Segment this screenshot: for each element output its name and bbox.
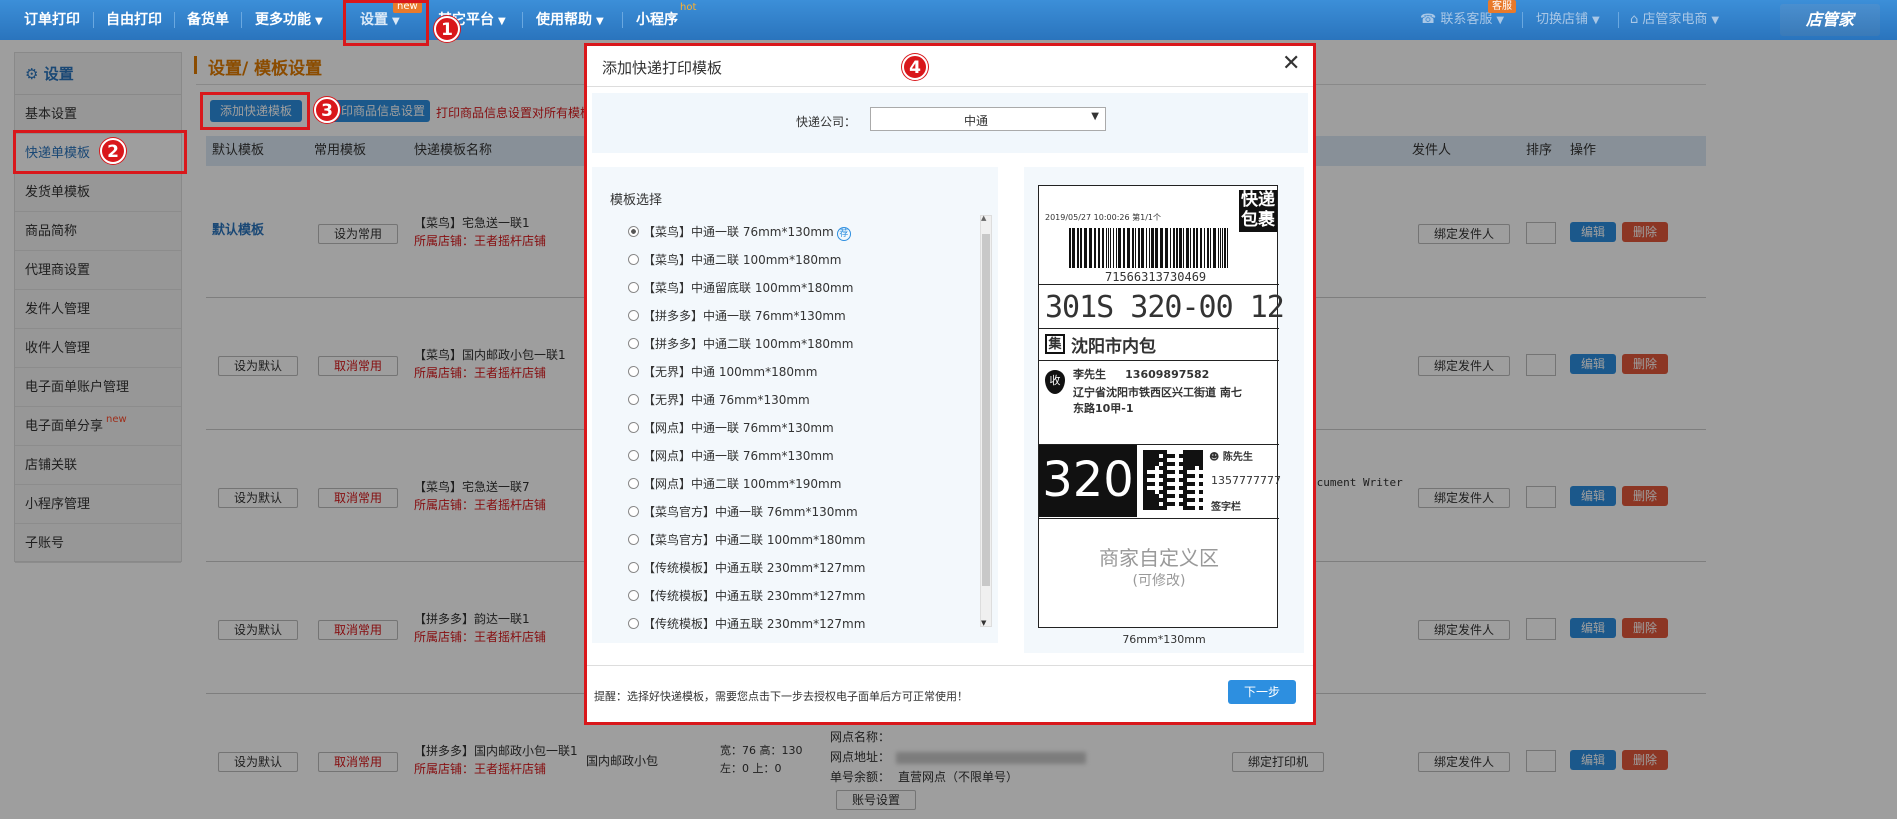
brand-logo: 店管家 (1780, 4, 1880, 36)
annotation-box-settings (343, 0, 429, 46)
annotation-box-dialog (584, 43, 1316, 725)
chevron-down-icon: ▼ (1711, 15, 1720, 26)
nav-stock-list[interactable]: 备货单 (187, 0, 229, 40)
step-marker-2: 2 (100, 138, 126, 164)
step-marker-3: 3 (314, 97, 340, 123)
nav-mini-program[interactable]: 小程序 (636, 0, 678, 40)
chevron-down-icon: ▼ (315, 16, 323, 27)
nav-divider (522, 12, 523, 28)
nav-divider (622, 12, 623, 28)
nav-order-print[interactable]: 订单打印 (24, 0, 80, 40)
nav-free-print[interactable]: 自由打印 (106, 0, 162, 40)
nav-help[interactable]: 使用帮助 ▼ (536, 0, 604, 40)
annotation-box-add-template (200, 92, 310, 130)
service-badge: 客服 (1488, 0, 1516, 13)
hot-badge: hot (680, 2, 697, 13)
nav-divider (93, 12, 94, 28)
chevron-down-icon: ▼ (498, 16, 506, 27)
nav-more-functions[interactable]: 更多功能 ▼ (255, 0, 323, 40)
nav-divider (174, 12, 175, 28)
switch-shop[interactable]: 切换店铺 ▼ (1536, 0, 1600, 40)
chevron-down-icon: ▼ (1496, 15, 1505, 26)
chevron-down-icon: ▼ (1592, 15, 1600, 26)
nav-divider (1618, 12, 1619, 28)
step-marker-4: 4 (902, 54, 928, 80)
nav-divider (1522, 12, 1523, 28)
headset-icon: ☎ (1420, 12, 1437, 27)
top-nav-bar: 订单打印 自由打印 备货单 更多功能 ▼ 设置 ▼ new 其它平台 ▼ 使用帮助 ▼ … (0, 0, 1897, 40)
shop-menu[interactable]: ⌂ 店管家电商 ▼ (1630, 0, 1719, 40)
chevron-down-icon: ▼ (596, 16, 604, 27)
store-icon: ⌂ (1630, 12, 1639, 27)
step-marker-1: 1 (434, 16, 460, 42)
nav-divider (241, 12, 242, 28)
